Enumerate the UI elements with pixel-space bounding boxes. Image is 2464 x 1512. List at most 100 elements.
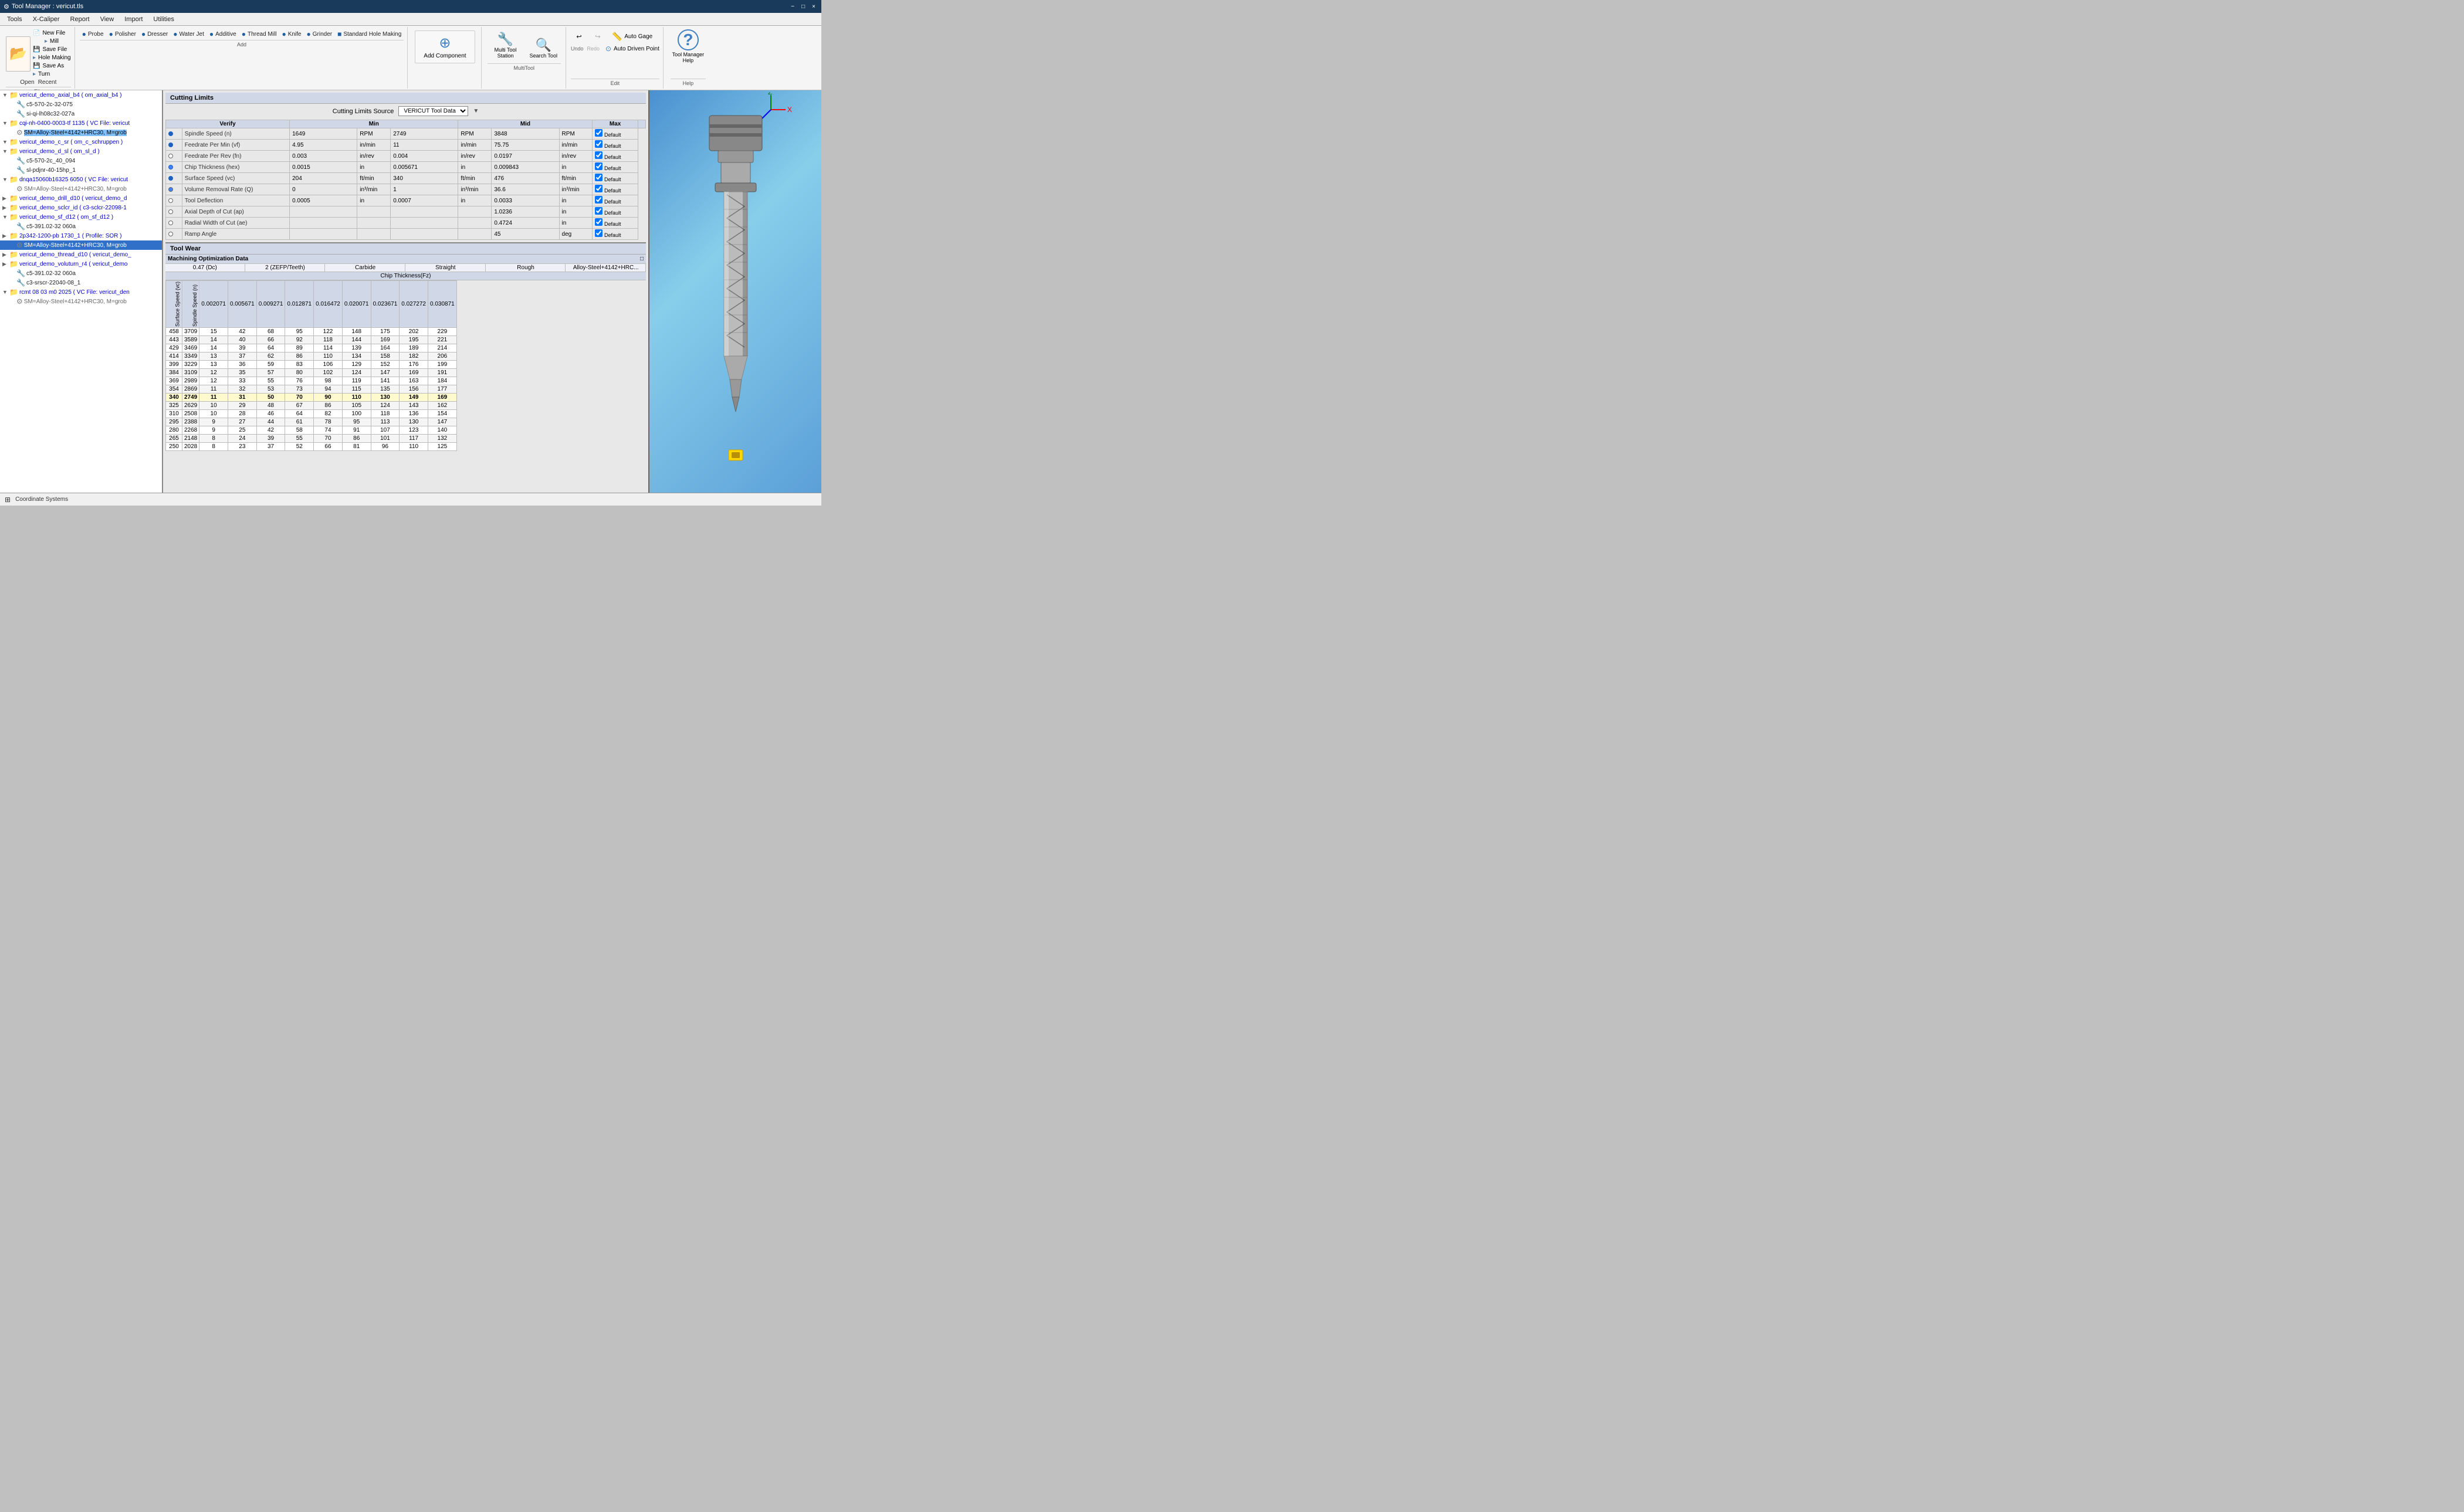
cl-default-check-5[interactable]: [595, 185, 603, 192]
multi-tool-station-btn[interactable]: 🔧 Multi Tool Station: [488, 29, 524, 61]
cl-max-val-9[interactable]: [492, 229, 559, 240]
cl-mid-input-9[interactable]: [393, 231, 434, 238]
source-select[interactable]: VERICUT Tool Data: [398, 106, 468, 116]
cl-default-8[interactable]: Default: [593, 218, 638, 229]
cl-mid-input-1[interactable]: [393, 142, 434, 148]
cl-mid-input-5[interactable]: [393, 187, 434, 193]
cl-mid-input-6[interactable]: [393, 198, 434, 204]
cl-mid-input-8[interactable]: [393, 220, 434, 226]
dresser-btn[interactable]: ● Dresser: [139, 29, 170, 39]
save-file-btn[interactable]: 💾 Save File: [33, 46, 71, 53]
cl-max-val-6[interactable]: [492, 195, 559, 206]
cl-min-input-8[interactable]: [292, 220, 333, 226]
cl-max-input-0[interactable]: [494, 131, 535, 137]
close-btn[interactable]: ×: [810, 4, 818, 10]
thread-mill-btn[interactable]: ● Thread Mill: [239, 29, 279, 39]
auto-gage-btn[interactable]: 📏 Auto Gage: [608, 30, 656, 43]
cl-default-check-1[interactable]: [595, 140, 603, 148]
cl-min-val-0[interactable]: [290, 128, 357, 140]
tree-item-21[interactable]: ▼📁rcmt 08 03 m0 2025 ( VC File: vericut_…: [0, 287, 162, 297]
cl-min-val-7[interactable]: [290, 206, 357, 218]
cl-max-val-2[interactable]: [492, 151, 559, 162]
tree-item-15[interactable]: ▶📁2p342-1200-pb 1730_1 ( Profile: SOR ): [0, 231, 162, 240]
cl-max-input-8[interactable]: [494, 220, 535, 226]
cl-mid-val-7[interactable]: [391, 206, 458, 218]
tree-item-14[interactable]: 🔧c5-391.02-32 060a: [0, 222, 162, 231]
cl-max-val-4[interactable]: [492, 173, 559, 184]
cl-mid-val-4[interactable]: [391, 173, 458, 184]
cl-default-check-3[interactable]: [595, 162, 603, 170]
cl-mid-input-3[interactable]: [393, 164, 434, 171]
cl-mid-input-2[interactable]: [393, 153, 434, 160]
cl-min-val-6[interactable]: [290, 195, 357, 206]
cl-default-5[interactable]: Default: [593, 184, 638, 195]
cl-min-val-1[interactable]: [290, 140, 357, 151]
menu-view[interactable]: View: [96, 15, 119, 24]
cl-min-val-4[interactable]: [290, 173, 357, 184]
cl-max-val-3[interactable]: [492, 162, 559, 173]
cl-min-input-1[interactable]: [292, 142, 333, 148]
minimize-btn[interactable]: −: [788, 4, 797, 10]
turn-btn[interactable]: ▸ Turn: [33, 70, 71, 78]
probe-btn[interactable]: ● Probe: [80, 29, 106, 39]
tree-item-16[interactable]: ⚙SM=Alloy-Steel+4142+HRC30, M=grob: [0, 240, 162, 250]
tree-item-12[interactable]: ▶📁vericut_demo_sclcr_id ( c3-sclcr-22098…: [0, 203, 162, 212]
tree-item-17[interactable]: ▶📁vericut_demo_thread_d10 ( vericut_demo…: [0, 250, 162, 259]
cl-default-check-8[interactable]: [595, 218, 603, 226]
mill-btn[interactable]: ▸ Mill: [33, 38, 71, 45]
cl-max-val-7[interactable]: [492, 206, 559, 218]
menu-utilities[interactable]: Utilities: [148, 15, 178, 24]
window-controls[interactable]: − □ ×: [788, 4, 818, 10]
water-jet-btn[interactable]: ● Water Jet: [171, 29, 207, 39]
cl-mid-input-0[interactable]: [393, 131, 434, 137]
cl-default-2[interactable]: Default: [593, 151, 638, 162]
tree-item-11[interactable]: ▶📁vericut_demo_drill_d10 ( vericut_demo_…: [0, 194, 162, 203]
cl-min-input-2[interactable]: [292, 153, 333, 160]
cl-default-check-7[interactable]: [595, 207, 603, 215]
cl-min-val-5[interactable]: [290, 184, 357, 195]
cl-mid-val-0[interactable]: [391, 128, 458, 140]
cl-max-input-3[interactable]: [494, 164, 535, 171]
cl-max-val-8[interactable]: [492, 218, 559, 229]
tree-item-5[interactable]: ▼📁vericut_demo_c_sr ( om_c_schruppen ): [0, 137, 162, 147]
cl-default-7[interactable]: Default: [593, 206, 638, 218]
tree-item-19[interactable]: 🔧c5-391.02-32 060a: [0, 269, 162, 278]
cl-default-3[interactable]: Default: [593, 162, 638, 173]
cl-default-6[interactable]: Default: [593, 195, 638, 206]
cl-default-9[interactable]: Default: [593, 229, 638, 240]
expand-btn[interactable]: □: [640, 256, 644, 262]
cl-mid-val-1[interactable]: [391, 140, 458, 151]
save-as-btn[interactable]: 💾 Save As: [33, 62, 71, 70]
cl-max-input-6[interactable]: [494, 198, 535, 204]
tree-item-13[interactable]: ▼📁vericut_demo_sf_d12 ( om_sf_d12 ): [0, 212, 162, 222]
tree-item-10[interactable]: ⚙SM=Alloy-Steel+4142+HRC30, M=grob: [0, 184, 162, 194]
cl-min-input-9[interactable]: [292, 231, 333, 238]
maximize-btn[interactable]: □: [799, 4, 807, 10]
cl-default-4[interactable]: Default: [593, 173, 638, 184]
tree-item-8[interactable]: 🔧sl-pdjnr-40-15hp_1: [0, 165, 162, 175]
additive-btn[interactable]: ● Additive: [207, 29, 239, 39]
new-file-btn[interactable]: 📄 New File: [33, 29, 71, 37]
search-tool-btn[interactable]: 🔍 Search Tool: [526, 35, 561, 61]
knife-btn[interactable]: ● Knife: [279, 29, 303, 39]
add-component-btn[interactable]: ⊕ Add Component: [415, 30, 475, 63]
cl-max-val-5[interactable]: [492, 184, 559, 195]
cl-min-input-0[interactable]: [292, 131, 333, 137]
cl-max-input-9[interactable]: [494, 231, 535, 238]
cl-max-input-5[interactable]: [494, 187, 535, 193]
cl-max-input-1[interactable]: [494, 142, 535, 148]
grinder-btn[interactable]: ● Grinder: [304, 29, 334, 39]
tree-item-3[interactable]: ▼📁cqi-nh-0400-0003-tf 1135 ( VC File: ve…: [0, 118, 162, 128]
cl-min-val-3[interactable]: [290, 162, 357, 173]
tree-item-9[interactable]: ▼📁dnqa15060b16325 6050 ( VC File: vericu…: [0, 175, 162, 184]
standard-hole-making-btn[interactable]: ■ Standard Hole Making: [335, 29, 404, 39]
tool-manager-help-btn[interactable]: ? Tool Manager Help: [671, 29, 706, 63]
cl-mid-val-3[interactable]: [391, 162, 458, 173]
cl-default-check-0[interactable]: [595, 129, 603, 137]
cl-mid-val-9[interactable]: [391, 229, 458, 240]
tree-item-0[interactable]: ▼📁vericut_demo_axial_b4 ( om_axial_b4 ): [0, 90, 162, 100]
cl-min-input-5[interactable]: [292, 187, 333, 193]
cl-min-val-8[interactable]: [290, 218, 357, 229]
tree-item-1[interactable]: 🔧c5-570-2c-32-075: [0, 100, 162, 109]
cl-max-val-0[interactable]: [492, 128, 559, 140]
